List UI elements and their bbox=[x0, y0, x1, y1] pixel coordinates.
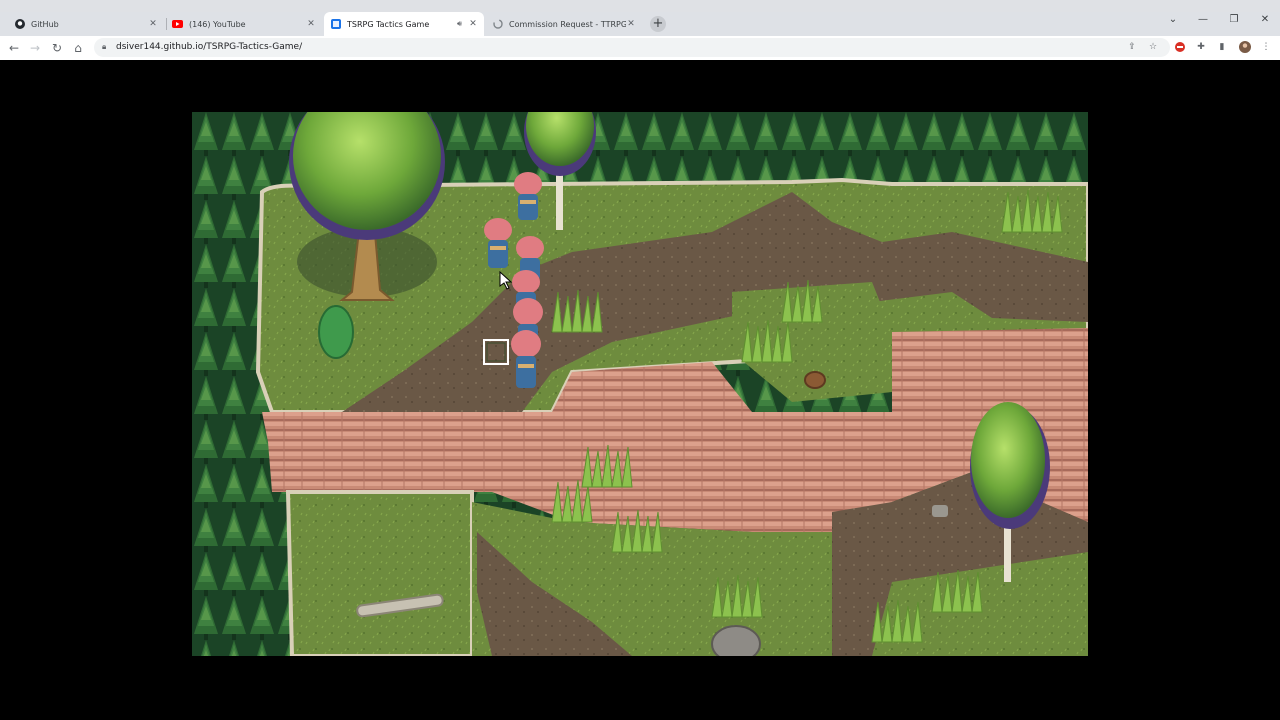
github-icon bbox=[14, 19, 25, 30]
bush bbox=[318, 305, 354, 359]
menu-kebab-icon[interactable]: ⋮ bbox=[1259, 40, 1273, 54]
rock-small bbox=[932, 505, 948, 517]
youtube-icon bbox=[172, 19, 183, 30]
close-icon[interactable]: ✕ bbox=[306, 19, 316, 29]
browser-chrome: GitHub ✕ (146) YouTube ✕ TSRPG Tactics G… bbox=[0, 0, 1280, 60]
tab-youtube[interactable]: (146) YouTube ✕ bbox=[166, 12, 322, 36]
loading-icon bbox=[492, 19, 503, 30]
tab-search-icon[interactable]: ⌄ bbox=[1163, 14, 1183, 25]
tab-label: Commission Request - TTRPG Ba bbox=[509, 19, 626, 29]
side-panel-icon[interactable]: ▮ bbox=[1215, 40, 1229, 54]
home-button[interactable]: ⌂ bbox=[70, 40, 86, 56]
tab-strip: GitHub ✕ (146) YouTube ✕ TSRPG Tactics G… bbox=[0, 12, 1280, 36]
profile-avatar[interactable] bbox=[1238, 40, 1252, 54]
tree-stump bbox=[804, 371, 826, 389]
restore-button[interactable]: ❐ bbox=[1224, 14, 1244, 25]
lower-grass-left bbox=[285, 490, 474, 656]
minimize-button[interactable]: — bbox=[1193, 14, 1213, 25]
url-text[interactable]: dsiver144.github.io/TSRPG-Tactics-Game/ bbox=[116, 42, 302, 52]
back-button[interactable]: ← bbox=[6, 40, 22, 56]
forward-button[interactable]: → bbox=[27, 40, 43, 56]
tab-tsrpg[interactable]: TSRPG Tactics Game 🔊︎ ✕ bbox=[324, 12, 484, 36]
extension-red-icon[interactable] bbox=[1173, 40, 1187, 54]
new-tab-button[interactable]: + bbox=[650, 16, 666, 32]
tab-label: (146) YouTube bbox=[189, 19, 246, 29]
close-window-button[interactable]: ✕ bbox=[1255, 14, 1275, 25]
site-icon bbox=[330, 19, 341, 30]
share-icon[interactable]: ⇪ bbox=[1125, 40, 1139, 54]
tab-github[interactable]: GitHub ✕ bbox=[8, 12, 164, 36]
close-icon[interactable]: ✕ bbox=[468, 19, 478, 29]
speaker-icon[interactable]: 🔊︎ bbox=[457, 19, 462, 29]
lock-icon[interactable]: 🔒︎ bbox=[102, 42, 106, 52]
large-tree bbox=[289, 112, 445, 301]
close-icon[interactable]: ✕ bbox=[626, 19, 636, 29]
unit[interactable] bbox=[484, 218, 512, 268]
tab-commission[interactable]: Commission Request - TTRPG Ba ✕ bbox=[486, 12, 642, 36]
reload-button[interactable]: ↻ bbox=[49, 40, 65, 56]
game-canvas[interactable] bbox=[192, 112, 1088, 656]
extensions-puzzle-icon[interactable]: ✚ bbox=[1194, 40, 1208, 54]
close-icon[interactable]: ✕ bbox=[148, 19, 158, 29]
bookmark-star-icon[interactable]: ☆ bbox=[1146, 40, 1160, 54]
boulder bbox=[711, 625, 761, 656]
tab-label: TSRPG Tactics Game bbox=[347, 19, 430, 29]
tab-label: GitHub bbox=[31, 19, 59, 29]
